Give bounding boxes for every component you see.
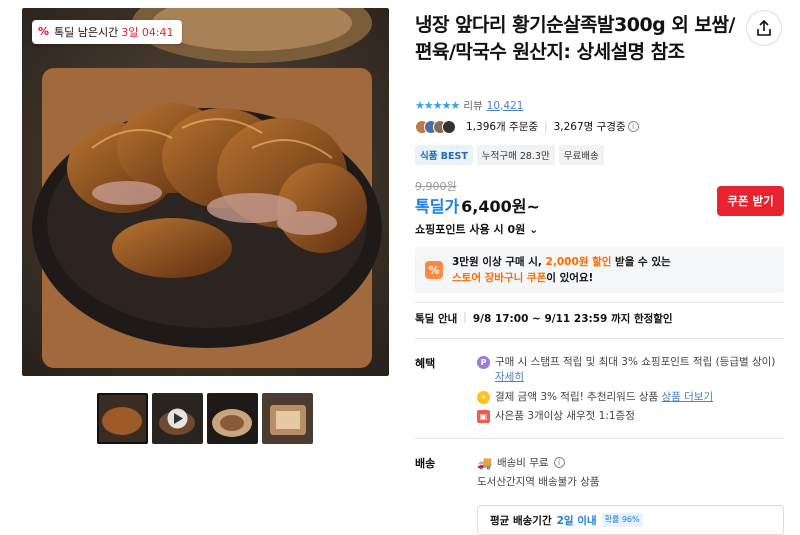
thumbnail-video[interactable]: [152, 393, 203, 444]
coupon-promo-banner[interactable]: % 3만원 이상 구매 시, 2,000원 할인 받을 수 있는 스토어 장바구…: [415, 247, 784, 293]
share-button[interactable]: [746, 10, 782, 46]
shipping-label: 배송: [415, 457, 436, 470]
chevron-down-icon: ⌄: [529, 223, 539, 236]
shipping-fee: 배송비 무료: [496, 457, 549, 469]
timer-label: 톡딜 남은시간: [54, 26, 119, 39]
buyers-row: 1,396개 주문중 | 3,267명 구경중 i: [415, 119, 639, 134]
rating-row: ★★★★★ 리뷰 10,421: [415, 98, 523, 113]
info-icon[interactable]: i: [553, 457, 565, 468]
shipping-fee-row: 🚚 배송비 무료 i: [477, 455, 565, 470]
thumbnail-3[interactable]: [207, 393, 258, 444]
coupon-icon: %: [425, 261, 443, 279]
viewers-count: 3,267명 구경중: [553, 121, 626, 133]
avg-delivery-box[interactable]: 평균 배송기간 2일 이내 확률 96%: [477, 505, 784, 535]
avg-delivery-label: 평균 배송기간: [490, 515, 552, 527]
deal-price: 톡딜가 6,400원~: [415, 193, 540, 217]
review-label: 리뷰: [463, 100, 483, 112]
benefit-item-1: P 구매 시 스탬프 적립 및 최대 3% 쇼핑포인트 적립 (등급별 상이) …: [477, 355, 777, 385]
get-coupon-button[interactable]: 쿠폰 받기: [717, 186, 784, 216]
shipping-note-text: 도서산간지역 배송불가 상품: [477, 476, 600, 488]
benefit-item-2: • 결제 금액 3% 적립! 추천리워드 상품 상품 더보기: [477, 390, 777, 405]
deal-price-value: 6,400원~: [461, 197, 540, 216]
product-main-image[interactable]: [22, 8, 389, 376]
points-row[interactable]: 쇼핑포인트 사용 시 0원 ⌄: [415, 221, 538, 237]
more-products-link[interactable]: 상품 더보기: [661, 391, 713, 403]
benefit-label: 혜택: [415, 357, 436, 370]
avatar: [442, 119, 456, 134]
delivery-probability-pill: 확률 96%: [601, 513, 643, 527]
benefit-detail-link[interactable]: 자세히: [495, 371, 524, 383]
promo-text: 3만원 이상 구매 시,: [452, 256, 546, 268]
deal-info-label: 톡딜 안내: [415, 313, 458, 325]
promo-text: 이 있어요!: [546, 272, 594, 284]
points-text: 쇼핑포인트 사용 시 0원: [415, 223, 526, 236]
thumbnail-4[interactable]: [262, 393, 313, 444]
shipping-note: 도서산간지역 배송불가 상품: [477, 474, 600, 489]
share-icon: [757, 19, 771, 36]
badge-row: 식품 BEST 누적구매 28.3만 무료배송: [415, 145, 604, 165]
info-icon[interactable]: i: [627, 121, 639, 132]
timer-remaining: 3일 04:41: [121, 26, 174, 39]
review-count-link[interactable]: 10,421: [487, 100, 524, 112]
point-icon: P: [477, 356, 490, 369]
benefit-item-3: ▣ 사은품 3개이상 새우젓 1:1증정: [477, 409, 777, 424]
benefit-text: 결제 금액 3% 적립! 추천리워드 상품: [495, 391, 659, 403]
deal-price-label: 톡딜가: [415, 197, 460, 216]
deal-timer-badge: % 톡딜 남은시간 3일 04:41: [32, 20, 182, 44]
orders-count: 1,396개 주문중: [466, 121, 539, 133]
free-shipping-badge: 무료배송: [558, 145, 604, 165]
thumbnail-strip: [97, 393, 313, 444]
avg-delivery-value: 2일 이내: [556, 515, 597, 527]
reward-icon: •: [477, 391, 490, 404]
benefit-text: 구매 시 스탬프 적립 및 최대 3% 쇼핑포인트 적립 (등급별 상이): [495, 356, 776, 368]
original-price: 9,900원: [415, 180, 457, 193]
thumbnail-1[interactable]: [97, 393, 148, 444]
benefit-text: 사은품 3개이상 새우젓 1:1증정: [495, 410, 635, 422]
promo-text: 받을 수 있는: [611, 256, 671, 268]
cumulative-purchase-badge: 누적구매 28.3만: [476, 145, 555, 165]
buyer-avatars: [415, 119, 460, 134]
percent-icon: %: [38, 25, 50, 38]
product-title: 냉장 앞다리 황기순살족발300g 외 보쌈/편육/막국수 원산지: 상세설명 …: [415, 14, 735, 63]
promo-discount: 2,000원 할인: [545, 256, 612, 268]
deal-info-row: 톡딜 안내 | 9/8 17:00 ~ 9/11 23:59 까지 한정할인: [415, 311, 673, 325]
gift-icon: ▣: [477, 410, 490, 423]
food-best-badge[interactable]: 식품 BEST: [415, 145, 473, 165]
promo-coupon-name: 스토어 장바구니 쿠폰: [452, 272, 547, 284]
deal-period: 9/8 17:00 ~ 9/11 23:59 까지 한정할인: [472, 313, 673, 325]
truck-icon: 🚚: [477, 455, 492, 470]
star-rating-icon: ★★★★★: [415, 99, 460, 112]
